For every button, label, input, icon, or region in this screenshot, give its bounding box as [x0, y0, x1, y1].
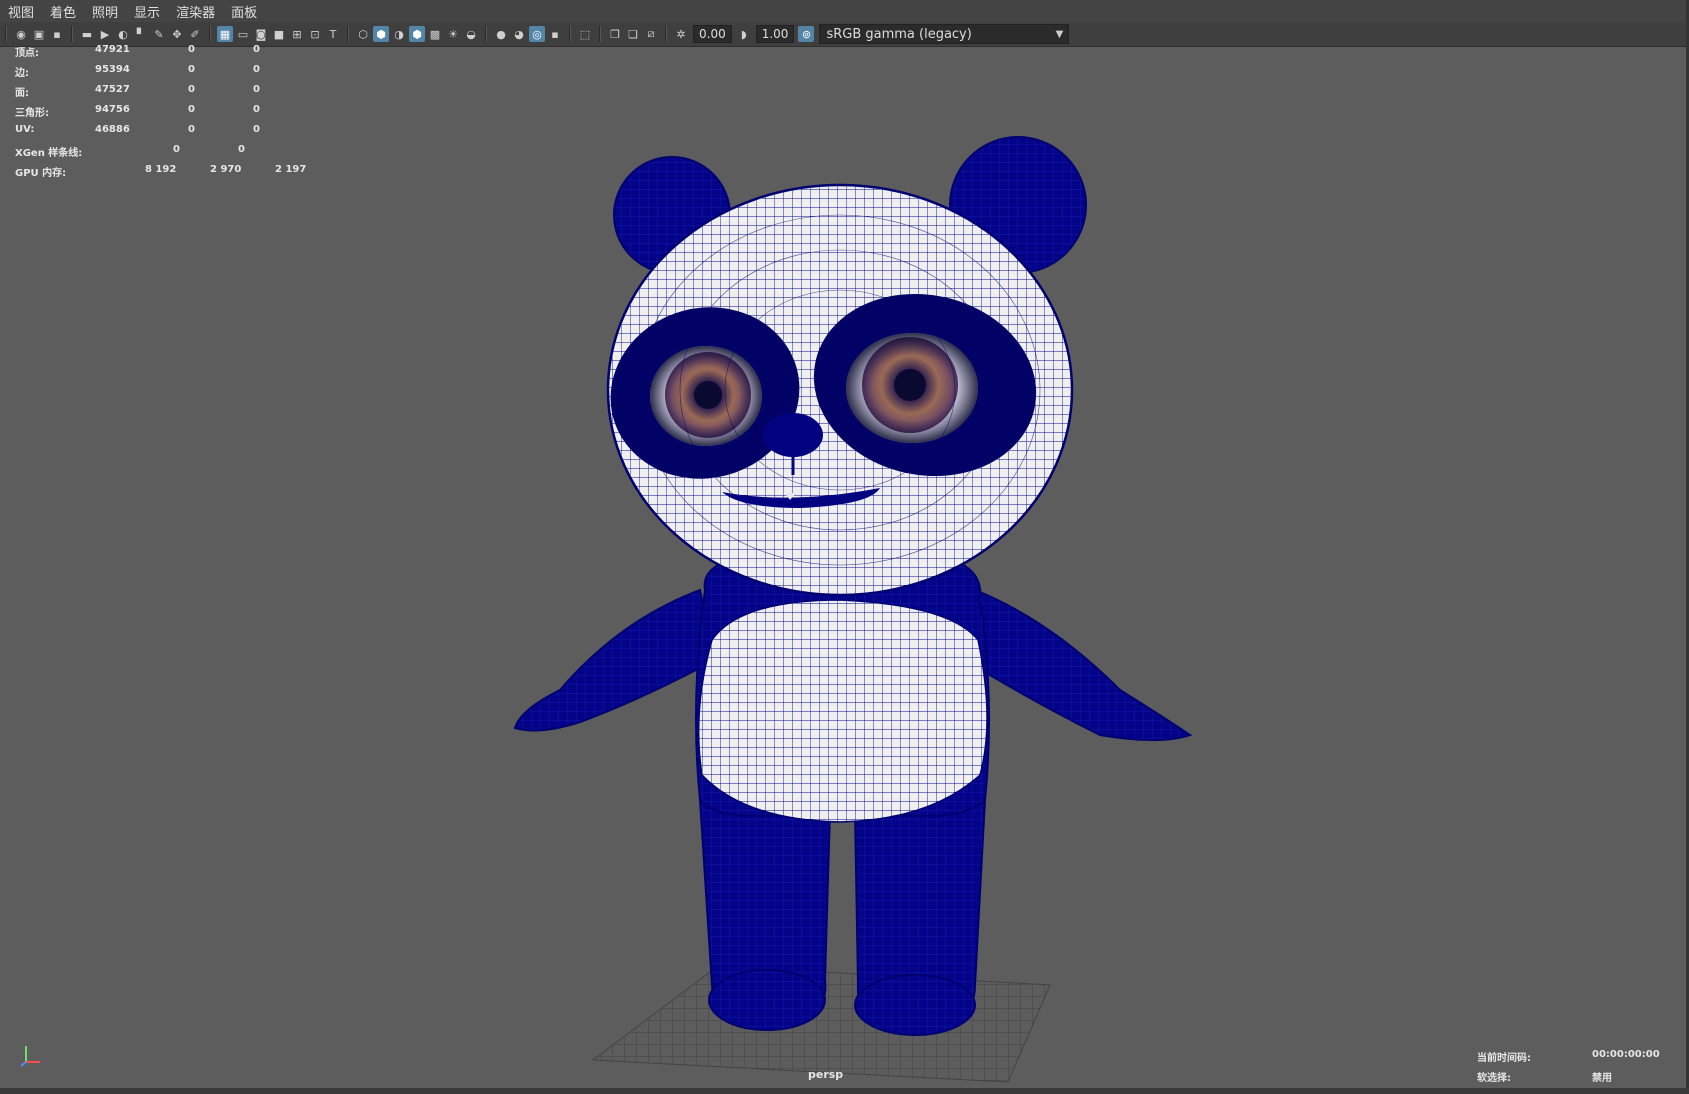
hud-value: 0	[253, 104, 260, 115]
2d-pan-zoom-icon[interactable]: ✥	[169, 26, 185, 42]
image-plane-icon[interactable]: ▬	[79, 26, 95, 42]
menu-panels[interactable]: 面板	[223, 2, 265, 21]
exposure-field[interactable]: 0.00	[693, 25, 732, 43]
textured-icon[interactable]: ▩	[427, 26, 443, 42]
toolbar-separator	[569, 26, 571, 42]
gamma-field[interactable]: 1.00	[755, 25, 795, 43]
camera-name-label: persp	[808, 1068, 844, 1081]
smooth-shade-icon[interactable]: ⬢	[373, 26, 389, 42]
viewport-scene	[513, 136, 1193, 1083]
menu-renderer[interactable]: 渲染器	[168, 2, 223, 21]
panel-border-bottom	[0, 1088, 1689, 1094]
hud-value: 8 192	[145, 164, 177, 175]
soft-select-value: 禁用	[1592, 1073, 1612, 1084]
camera-view-icon[interactable]: ▶	[97, 26, 113, 42]
soft-select-label: 软选择:	[1477, 1073, 1511, 1084]
panda-right-arm	[963, 588, 1193, 741]
brush-icon[interactable]: ✐	[187, 26, 203, 42]
hud-value: 0	[253, 64, 260, 75]
hud-value: 0	[253, 44, 260, 55]
hud-label: UV:	[15, 124, 35, 135]
hud-label: 边:	[15, 68, 29, 79]
hud-value: 0	[188, 44, 195, 55]
camera-bookmark-icon[interactable]: ◐	[115, 26, 131, 42]
hud-value: 0	[188, 84, 195, 95]
field-chart-icon[interactable]: ⊞	[289, 26, 305, 42]
gate-mask-icon[interactable]: ■	[271, 26, 287, 42]
toolbar-separator	[5, 26, 7, 42]
panda-left-arm	[513, 588, 717, 732]
motion-blur-icon[interactable]: ◕	[511, 26, 527, 42]
hud-label: 面:	[15, 88, 29, 99]
hud-value: 47527	[95, 84, 130, 95]
timecode-label: 当前时间码:	[1477, 1053, 1531, 1064]
view-transform-dropdown[interactable]: sRGB gamma (legacy) ▼	[819, 24, 1070, 44]
toolbar-separator	[209, 26, 211, 42]
exposure-icon[interactable]: ✲	[673, 26, 689, 42]
use-all-lights-icon[interactable]: ☀	[445, 26, 461, 42]
hud-value: 47921	[95, 44, 130, 55]
menu-view[interactable]: 视图	[0, 2, 42, 21]
xray-joints-icon[interactable]: ❏	[625, 26, 641, 42]
hud-value: 0	[188, 124, 195, 135]
grid-icon[interactable]: ▦	[217, 26, 233, 42]
resolution-gate-icon[interactable]: ◙	[253, 26, 269, 42]
panda-left-foot	[708, 969, 826, 1031]
camera-settings-icon[interactable]: ▘	[133, 26, 149, 42]
safe-title-icon[interactable]: T	[325, 26, 341, 42]
xray-icon[interactable]: ❐	[607, 26, 623, 42]
shadows-icon[interactable]: ◒	[463, 26, 479, 42]
film-gate-icon[interactable]: ▭	[235, 26, 251, 42]
panda-nose	[763, 413, 823, 457]
grease-pencil-icon[interactable]: ✎	[151, 26, 167, 42]
hud-label: 三角形:	[15, 108, 49, 119]
menu-shading[interactable]: 着色	[42, 2, 84, 21]
panda-right-foot	[854, 974, 976, 1036]
hud-value: 2 970	[210, 164, 242, 175]
poly-count-hud: 顶点: 47921 0 0 边: 95394 0 0 面: 47527 0 0 …	[15, 44, 335, 184]
depth-of-field-icon[interactable]: ▪	[547, 26, 563, 42]
screen-space-ao-icon[interactable]: ●	[493, 26, 509, 42]
gamma-icon[interactable]: ◗	[736, 26, 752, 42]
hud-label: XGen 样条线:	[15, 148, 83, 159]
hud-value: 2 197	[275, 164, 307, 175]
hud-value: 0	[238, 144, 245, 155]
hud-value: 0	[253, 84, 260, 95]
hud-value: 46886	[95, 124, 130, 135]
isolate-select-icon[interactable]: ⬚	[577, 26, 593, 42]
view-axis-icon	[20, 1046, 40, 1067]
hud-value: 95394	[95, 64, 130, 75]
wireframe-icon[interactable]: ⬡	[355, 26, 371, 42]
wireframe-on-shaded-icon[interactable]: ⬢	[409, 26, 425, 42]
hud-value: 0	[188, 104, 195, 115]
safe-action-icon[interactable]: ⊡	[307, 26, 323, 42]
hud-value: 0	[188, 64, 195, 75]
chevron-down-icon: ▼	[1055, 28, 1064, 40]
hud-value: 94756	[95, 104, 130, 115]
default-material-icon[interactable]: ◑	[391, 26, 407, 42]
toolbar-separator	[485, 26, 487, 42]
toolbar-separator	[71, 26, 73, 42]
viewport-3d[interactable]	[0, 47, 1686, 1088]
view-transform-value: sRGB gamma (legacy)	[826, 26, 972, 42]
camera-attributes-icon[interactable]: ▣	[31, 26, 47, 42]
timecode-value: 00:00:00:00	[1592, 1049, 1660, 1060]
menu-lighting[interactable]: 照明	[84, 2, 126, 21]
menu-show[interactable]: 显示	[126, 2, 168, 21]
hud-label: 顶点:	[15, 48, 39, 59]
hud-value: 0	[173, 144, 180, 155]
toolbar-separator	[347, 26, 349, 42]
bookmark-camera-icon[interactable]: ▪	[49, 26, 65, 42]
hud-label: GPU 内存:	[15, 168, 67, 179]
color-management-icon[interactable]: ⊚	[798, 26, 815, 42]
xray-active-components-icon[interactable]: ⧄	[643, 26, 659, 42]
multisample-aa-icon[interactable]: ◎	[529, 26, 545, 42]
panda-belly	[697, 599, 988, 823]
hud-value: 0	[253, 124, 260, 135]
camera-select-icon[interactable]: ◉	[13, 26, 29, 42]
toolbar-separator	[665, 26, 667, 42]
panel-menubar: 视图 着色 照明 显示 渲染器 面板	[0, 0, 1689, 22]
toolbar-separator	[599, 26, 601, 42]
